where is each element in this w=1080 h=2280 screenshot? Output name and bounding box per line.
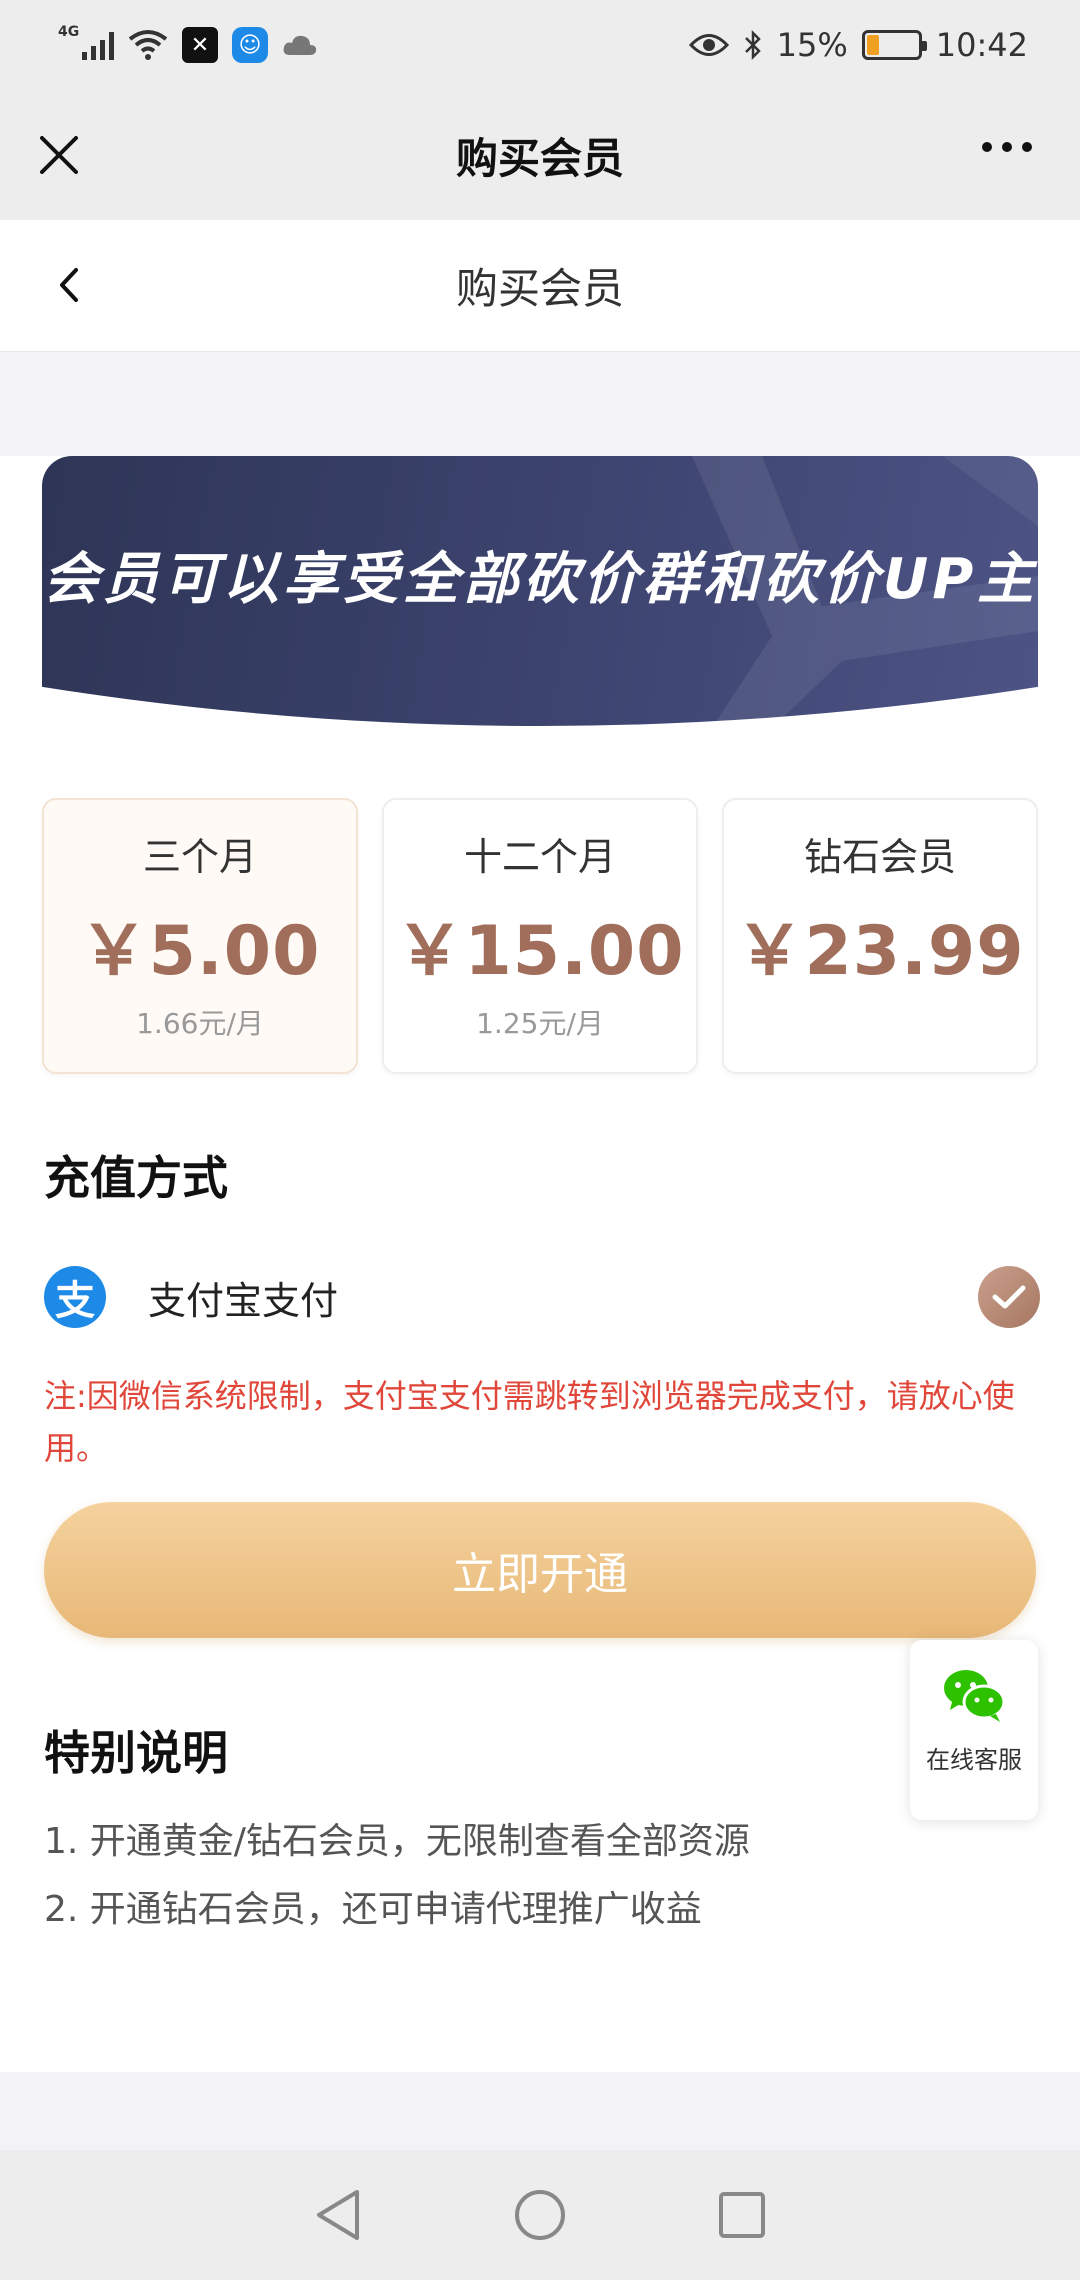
battery-percent: 15% xyxy=(776,26,848,64)
online-service-button[interactable]: 在线客服 xyxy=(910,1640,1038,1820)
system-nav-bar xyxy=(0,2150,1080,2280)
nav-back-icon[interactable] xyxy=(313,2188,363,2242)
page-header: 购买会员 xyxy=(0,220,1080,352)
plan-options: 三个月 ￥5.00 1.66元/月 十二个月 ￥15.00 1.25元/月 钻石… xyxy=(42,798,1038,1074)
plan-name: 十二个月 xyxy=(463,835,616,879)
status-bar-right: 15% 10:42 xyxy=(688,26,1028,64)
payment-note: 注:因微信系统限制，支付宝支付需跳转到浏览器完成支付，请放心使用。 xyxy=(44,1377,1015,1467)
payment-method-label: 支付宝支付 xyxy=(148,1278,339,1323)
plan-price: ￥5.00 xyxy=(79,912,321,991)
plan-price: ￥15.00 xyxy=(395,912,685,991)
plan-card-twelve-months[interactable]: 十二个月 ￥15.00 1.25元/月 xyxy=(382,798,698,1074)
page-title: 购买会员 xyxy=(455,264,624,313)
online-service-label: 在线客服 xyxy=(926,1746,1022,1774)
main-content: 会员可以享受全部砍价群和砍价UP主 三个月 ￥5.00 1.66元/月 十二个月… xyxy=(0,352,1080,2072)
payment-section-title: 充值方式 xyxy=(44,1151,228,1205)
plan-per-month: 1.25元/月 xyxy=(476,1007,604,1040)
plan-name: 三个月 xyxy=(142,835,257,879)
wechat-icon xyxy=(944,1670,1006,1722)
wechat-nav-title: 购买会员 xyxy=(455,133,624,183)
alipay-icon: 支 xyxy=(44,1266,106,1328)
capcut-app-icon: ✕ xyxy=(182,27,218,63)
payment-option-alipay[interactable]: 支 支付宝支付 xyxy=(44,1252,1040,1342)
wechat-nav-bar: 购买会员 xyxy=(0,90,1080,220)
checkmark-icon[interactable] xyxy=(978,1266,1040,1328)
banner-curve xyxy=(0,680,1080,742)
cloud-icon xyxy=(283,35,317,55)
plan-card-three-months[interactable]: 三个月 ￥5.00 1.66元/月 xyxy=(42,798,358,1074)
back-arrow-icon[interactable] xyxy=(50,260,90,310)
network-type: 4G xyxy=(58,24,80,40)
nav-recents-icon[interactable] xyxy=(717,2190,767,2240)
eye-icon xyxy=(688,34,729,56)
clock: 10:42 xyxy=(935,26,1028,64)
plan-per-month: 1.66元/月 xyxy=(136,1007,264,1040)
special-note-item: 1. 开通黄金/钻石会员，无限制查看全部资源 xyxy=(44,1821,750,1862)
plan-card-diamond[interactable]: 钻石会员 ￥23.99 xyxy=(722,798,1038,1074)
assistant-app-icon: ☺ xyxy=(232,27,268,63)
special-note-item: 2. 开通钻石会员，还可申请代理推广收益 xyxy=(44,1889,702,1930)
battery-icon xyxy=(861,30,927,60)
status-bar: 4G ✕ ☺ 15% 10:42 xyxy=(0,0,1080,90)
banner-text: 会员可以享受全部砍价群和砍价UP主 xyxy=(42,547,1038,612)
close-icon[interactable] xyxy=(34,130,84,180)
activate-now-button[interactable]: 立即开通 xyxy=(44,1502,1036,1638)
status-bar-left: 4G ✕ ☺ xyxy=(58,24,318,63)
more-options-icon[interactable] xyxy=(982,142,1032,152)
plan-price: ￥23.99 xyxy=(735,912,1025,991)
wifi-icon xyxy=(128,30,168,60)
plan-name: 钻石会员 xyxy=(803,835,956,879)
nav-home-icon[interactable] xyxy=(513,2188,567,2242)
signal-icon: 4G xyxy=(58,24,114,60)
bluetooth-icon xyxy=(744,29,761,61)
bottom-strip xyxy=(0,2072,1080,2150)
special-notes-title: 特别说明 xyxy=(44,1726,228,1780)
